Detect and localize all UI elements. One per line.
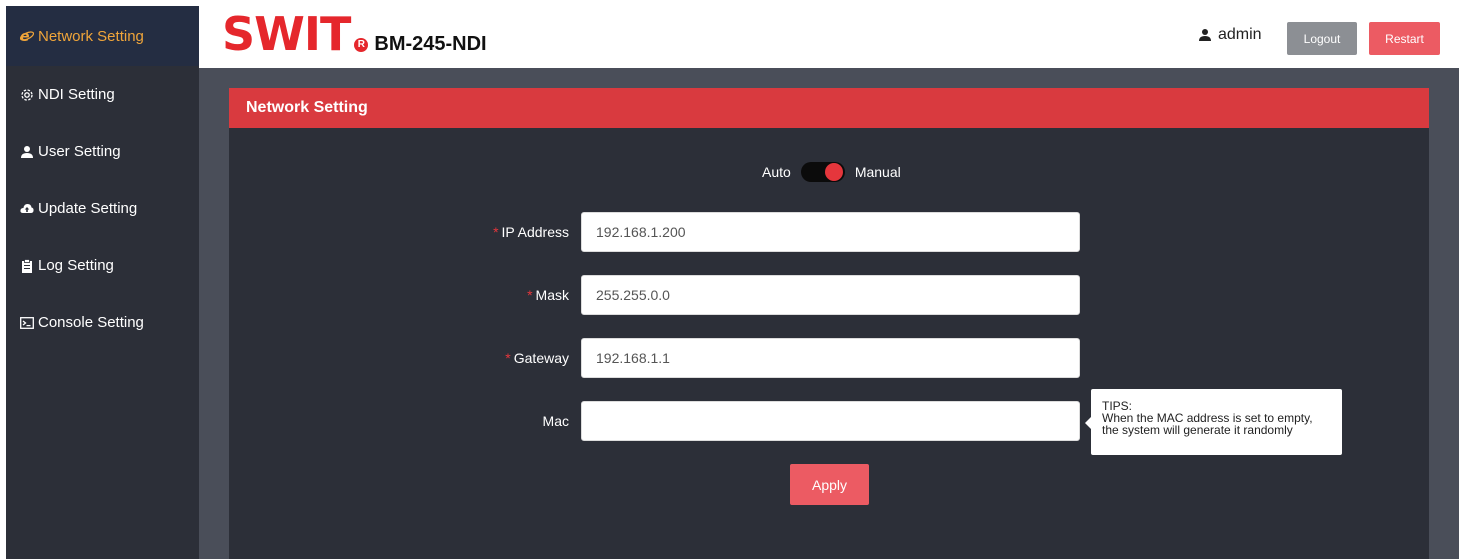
user-icon <box>1199 29 1211 41</box>
sidebar-item-label: Update Setting <box>38 200 138 217</box>
brand-name: SWIT <box>222 7 351 61</box>
gear-icon <box>20 88 34 102</box>
app-root: e Network Setting NDI Setting User Setti… <box>0 0 1459 559</box>
ip-address-label: * IP Address <box>369 224 569 240</box>
sidebar: e Network Setting NDI Setting User Setti… <box>6 6 199 559</box>
mask-input[interactable] <box>581 275 1080 315</box>
ip-address-input[interactable] <box>581 212 1080 252</box>
sidebar-item-label: Console Setting <box>38 314 144 331</box>
sidebar-item-label: User Setting <box>38 143 121 160</box>
panel-title: Network Setting <box>229 88 1429 128</box>
logout-button[interactable]: Logout <box>1287 22 1357 55</box>
cloud-upload-icon <box>20 202 34 216</box>
terminal-icon <box>20 316 34 330</box>
top-header: SWIT R BM-245-NDI admin Logout Restart <box>199 6 1459 69</box>
mac-input[interactable] <box>581 401 1080 441</box>
gateway-label: * Gateway <box>369 350 569 366</box>
field-label-text: Gateway <box>513 350 569 366</box>
field-label-text: Mac <box>542 413 569 429</box>
username-label: admin <box>1218 26 1262 43</box>
sidebar-item-network-setting[interactable]: e Network Setting <box>6 6 199 66</box>
device-model: BM-245-NDI <box>374 33 487 55</box>
clipboard-icon <box>20 258 34 273</box>
apply-button[interactable]: Apply <box>790 464 869 505</box>
auto-manual-toggle[interactable] <box>800 162 845 182</box>
network-setting-panel: Network Setting Auto Manual * IP Address … <box>229 88 1429 559</box>
sidebar-item-label: NDI Setting <box>38 86 115 103</box>
field-label-text: Mask <box>535 287 569 303</box>
restart-button[interactable]: Restart <box>1369 22 1440 55</box>
mac-label: Mac <box>369 413 569 429</box>
sidebar-item-label: Log Setting <box>38 257 114 274</box>
sidebar-item-log-setting[interactable]: Log Setting <box>6 237 199 294</box>
mac-tips-tooltip: TIPS: When the MAC address is set to emp… <box>1085 389 1342 455</box>
sidebar-item-ndi-setting[interactable]: NDI Setting <box>6 66 199 123</box>
field-label-text: IP Address <box>501 224 569 240</box>
ie-e-icon: e <box>20 29 34 43</box>
current-user: admin <box>1198 26 1262 44</box>
registered-mark-icon: R <box>354 38 369 52</box>
sidebar-item-user-setting[interactable]: User Setting <box>6 123 199 180</box>
user-icon <box>20 145 34 159</box>
mask-row: * Mask <box>229 275 1429 315</box>
gateway-row: * Gateway <box>229 338 1429 378</box>
mode-manual-label: Manual <box>854 164 901 180</box>
tips-line-2: the system will generate it randomly <box>1102 423 1293 437</box>
sidebar-item-update-setting[interactable]: Update Setting <box>6 180 199 237</box>
ip-address-row: * IP Address <box>229 212 1429 252</box>
toggle-knob <box>824 163 843 181</box>
brand-logo: SWIT R BM-245-NDI <box>222 10 487 58</box>
sidebar-item-label: Network Setting <box>38 27 144 45</box>
gateway-input[interactable] <box>581 338 1080 378</box>
required-mark: * <box>493 224 499 240</box>
mode-auto-label: Auto <box>762 164 791 180</box>
required-mark: * <box>505 350 511 366</box>
sidebar-item-console-setting[interactable]: Console Setting <box>6 294 199 351</box>
mode-switch-row: Auto Manual <box>762 162 901 182</box>
required-mark: * <box>527 287 533 303</box>
mask-label: * Mask <box>369 287 569 303</box>
